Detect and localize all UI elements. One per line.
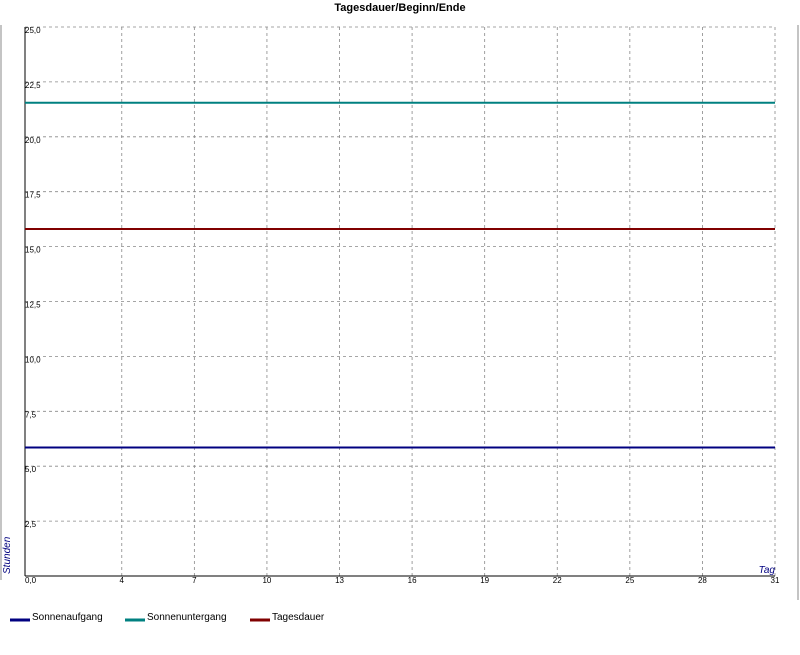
x-tick-label: 22 [553, 576, 562, 585]
grid [25, 26, 776, 576]
legend: Sonnenaufgang Sonnenuntergang Tagesdauer [10, 612, 325, 623]
x-tick-label: 25 [625, 576, 634, 585]
x-tick-label: 16 [408, 576, 417, 585]
chart: Tagesdauer/Beginn/Ende 0,0 4 7 10 13 16 19 22 25… [0, 0, 800, 650]
legend-label: Sonnenaufgang [32, 612, 103, 623]
x-tick-label: 13 [335, 576, 344, 585]
legend-label: Sonnenuntergang [147, 612, 227, 623]
tick-labels: 0,0 4 7 10 13 16 19 22 25 28 31 2,5 5,0 7,5 10,0 12,5 15… [25, 26, 780, 585]
series-lines [25, 101, 775, 449]
legend-item-tagesdauer: Tagesdauer [250, 612, 325, 623]
y-tick-label: 22,5 [25, 81, 41, 90]
y-tick-label: 12,5 [25, 301, 41, 310]
legend-item-sonnenuntergang: Sonnenuntergang [125, 612, 227, 623]
x-axis-label: Tag [759, 565, 776, 576]
y-tick-label: 15,0 [25, 246, 41, 255]
x-tick-label: 0,0 [25, 576, 37, 585]
x-tick-label: 7 [192, 576, 197, 585]
x-tick-label: 31 [771, 576, 780, 585]
y-tick-label: 20,0 [25, 136, 41, 145]
x-tick-label: 28 [698, 576, 707, 585]
chart-svg: Tagesdauer/Beginn/Ende 0,0 4 7 10 13 16 19 22 25… [0, 2, 799, 623]
y-tick-label: 5,0 [25, 465, 37, 474]
y-axis-label: Stunden [2, 536, 13, 574]
y-tick-label: 2,5 [25, 520, 37, 529]
x-tick-label: 10 [262, 576, 271, 585]
legend-item-sonnenaufgang: Sonnenaufgang [10, 612, 103, 623]
y-tick-label: 17,5 [25, 191, 41, 200]
y-tick-label: 25,0 [25, 26, 41, 35]
axes [0, 25, 799, 600]
legend-label: Tagesdauer [272, 612, 325, 623]
y-tick-label: 7,5 [25, 410, 37, 419]
chart-title: Tagesdauer/Beginn/Ende [334, 2, 465, 14]
y-tick-label: 10,0 [25, 355, 41, 364]
x-tick-label: 4 [120, 576, 125, 585]
x-tick-label: 19 [480, 576, 489, 585]
